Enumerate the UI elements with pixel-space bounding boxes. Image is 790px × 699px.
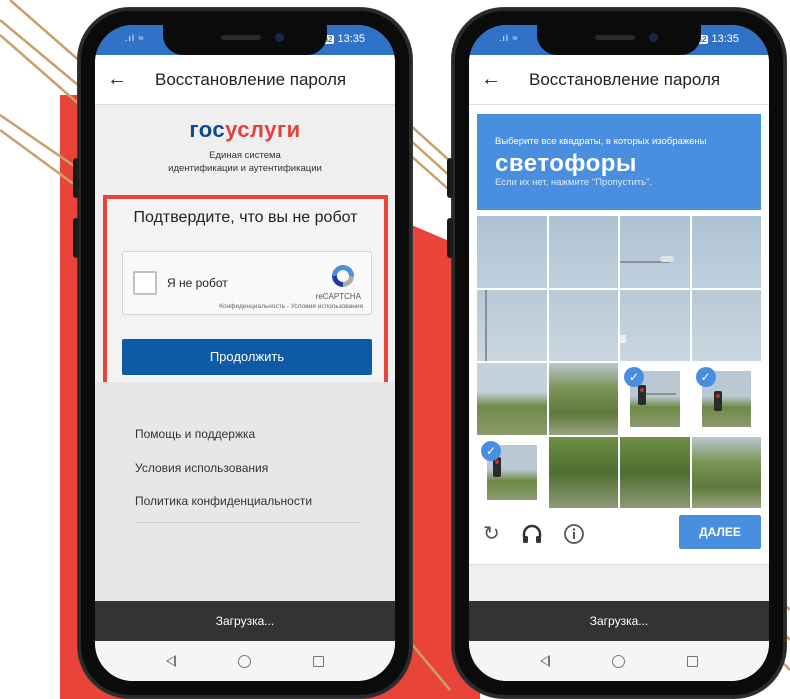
notch: [537, 25, 701, 55]
captcha-tile-selected[interactable]: ✓: [620, 363, 690, 435]
captcha-tile[interactable]: [691, 436, 761, 508]
left-screen: .ıl ≈ 62 13:35 ← Восстановление пароля г…: [95, 25, 395, 681]
back-arrow-icon[interactable]: ←: [469, 68, 513, 91]
captcha-instructions: Выберите все квадраты, в которых изображ…: [477, 114, 761, 210]
target-word: светофоры: [495, 150, 637, 177]
captcha-tile[interactable]: [548, 289, 618, 361]
recaptcha-logo-icon: [332, 265, 354, 287]
signal-icon: .ıl ≈: [499, 33, 519, 43]
captcha-tile[interactable]: [477, 216, 547, 288]
captcha-tile[interactable]: [620, 289, 690, 361]
status-time: 13:35: [711, 33, 739, 45]
logo-subtitle: Единая система идентификации и аутентифи…: [168, 150, 322, 174]
volume-button: [447, 218, 453, 258]
gosuslugi-logo: госуслуги: [189, 117, 301, 142]
footer-link-terms[interactable]: Условия использования: [135, 461, 268, 475]
captcha-tile[interactable]: [548, 216, 618, 288]
captcha-tile[interactable]: [620, 216, 690, 288]
recaptcha-links[interactable]: Конфиденциальность - Условия использован…: [219, 303, 363, 310]
status-time: 13:35: [337, 33, 365, 45]
next-button[interactable]: ДАЛЕЕ: [679, 515, 761, 549]
captcha-tile[interactable]: [477, 363, 547, 435]
page-title: Восстановление пароля: [155, 69, 347, 89]
recaptcha-checkbox[interactable]: [133, 271, 157, 295]
volume-button: [73, 218, 79, 258]
system-nav-bar: [95, 641, 395, 681]
nav-back-icon[interactable]: [166, 655, 176, 667]
captcha-toolbar: ↻ ДАЛЕЕ: [477, 515, 761, 555]
left-phone: .ıl ≈ 62 13:35 ← Восстановление пароля г…: [73, 8, 412, 698]
notch: [163, 25, 327, 55]
info-icon[interactable]: [563, 523, 585, 545]
selected-check-icon: ✓: [695, 367, 716, 387]
recaptcha-brand: reCAPTCHA: [315, 292, 361, 301]
volume-button: [73, 158, 79, 198]
instruction-bottom: Если их нет, нажмите "Пропустить".: [495, 177, 653, 188]
confirm-title: Подтвердите, что вы не робот: [133, 209, 358, 226]
captcha-tile-selected[interactable]: ✓: [477, 436, 547, 508]
recaptcha-label: Я не робот: [167, 276, 228, 290]
captcha-challenge: Выберите все квадраты, в которых изображ…: [469, 105, 769, 565]
page-title: Восстановление пароля: [529, 69, 721, 89]
captcha-tile-selected[interactable]: ✓: [691, 363, 761, 435]
right-phone: .ıl ≈ 62 13:35 ← Восстановление пароля В…: [447, 8, 786, 698]
continue-button[interactable]: Продолжить: [122, 339, 372, 375]
selected-check-icon: ✓: [624, 367, 644, 387]
nav-home-icon[interactable]: [238, 654, 251, 668]
headphones-icon[interactable]: [521, 523, 543, 545]
captcha-tile[interactable]: [620, 436, 690, 508]
captcha-tile[interactable]: [548, 363, 618, 435]
instruction-top: Выберите все квадраты, в которых изображ…: [495, 136, 707, 147]
right-screen: .ıl ≈ 62 13:35 ← Восстановление пароля В…: [469, 25, 769, 681]
captcha-highlight-frame: Подтвердите, что вы не робот Я не робот …: [103, 195, 388, 407]
nav-home-icon[interactable]: [612, 654, 625, 668]
system-nav-bar: [469, 641, 769, 681]
nav-recent-apps-icon[interactable]: [687, 655, 698, 667]
page-content: госуслуги Единая система идентификации и…: [95, 105, 395, 407]
reload-icon[interactable]: ↻: [483, 521, 500, 546]
loading-bar: Загрузка...: [95, 601, 395, 641]
divider: [135, 522, 360, 523]
nav-recent-apps-icon[interactable]: [313, 655, 324, 667]
captcha-tile[interactable]: [691, 289, 761, 361]
signal-icon: .ıl ≈: [125, 33, 145, 43]
selected-check-icon: ✓: [481, 440, 501, 461]
captcha-tile[interactable]: [477, 289, 547, 361]
captcha-tile[interactable]: [548, 436, 618, 508]
volume-button: [447, 158, 453, 198]
footer-link-help[interactable]: Помощь и поддержка: [135, 427, 255, 441]
recaptcha-widget: Я не робот reCAPTCHA Конфиденциальность …: [122, 251, 372, 315]
app-bar: ← Восстановление пароля: [469, 55, 769, 105]
footer: Помощь и поддержка Условия использования…: [95, 382, 395, 602]
app-bar: ← Восстановление пароля: [95, 55, 395, 105]
loading-bar: Загрузка...: [469, 601, 769, 641]
back-arrow-icon[interactable]: ←: [95, 68, 139, 91]
captcha-tile[interactable]: [691, 216, 761, 288]
footer-link-privacy[interactable]: Политика конфиденциальности: [135, 494, 312, 508]
captcha-image-grid: ✓ ✓ ✓: [477, 216, 761, 508]
nav-back-icon[interactable]: [540, 655, 550, 667]
